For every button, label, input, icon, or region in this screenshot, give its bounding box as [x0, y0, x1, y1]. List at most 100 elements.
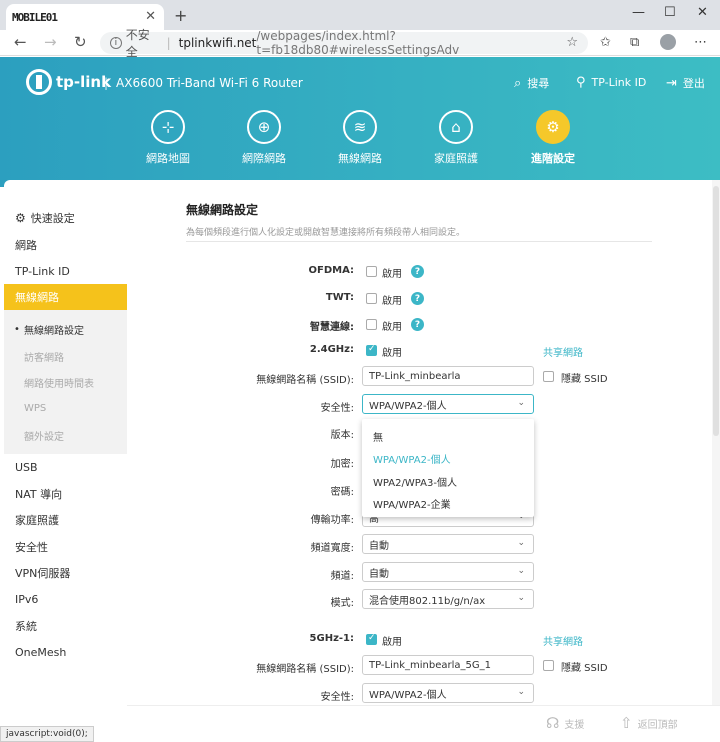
dropdown-option-wpa-wpa2-enterprise[interactable]: WPA/WPA2-企業	[373, 496, 451, 511]
help-icon[interactable]: ?	[411, 265, 424, 278]
reload-icon[interactable]: ↻	[74, 33, 87, 51]
channel-select[interactable]: 自動 ⌄	[362, 562, 534, 582]
twt-enable-text: 啟用	[382, 296, 402, 307]
gear-icon: ⚙	[536, 110, 570, 144]
section-title: 無線網路設定	[186, 203, 259, 217]
share-network-link[interactable]: 共享網路	[543, 344, 583, 359]
favorites-icon[interactable]: ✩	[600, 35, 611, 50]
sidebar-item-vpn[interactable]: VPN伺服器	[4, 560, 127, 586]
sidebar-item-homecare[interactable]: 家庭照護	[4, 507, 127, 533]
tp-link-logo[interactable]: tp-link	[26, 69, 111, 95]
help-icon[interactable]: ?	[411, 318, 424, 331]
dropdown-option-wpa2-wpa3-personal[interactable]: WPA2/WPA3-個人	[373, 474, 457, 489]
sidebar-item-network[interactable]: 網路	[4, 232, 127, 258]
scrollbar-thumb[interactable]	[713, 186, 719, 436]
back-icon[interactable]: ←	[14, 33, 27, 51]
sidebar-item-quick-setup[interactable]: ⚙ 快速設定	[4, 205, 127, 231]
tx-power-label: 傳輸功率:	[310, 515, 354, 526]
encryption-label: 加密:	[330, 459, 354, 470]
tplink-id-button[interactable]: ⚲ TP-Link ID	[576, 75, 646, 90]
twt-checkbox[interactable]	[366, 293, 377, 304]
band-5-label: 5GHz-1:	[309, 633, 354, 644]
help-icon[interactable]: ?	[411, 292, 424, 305]
band-24-checkbox[interactable]	[366, 344, 377, 356]
sidebar-item-security[interactable]: 安全性	[4, 534, 127, 560]
hide-ssid-text: 隱藏 SSID	[561, 374, 608, 385]
nav-advanced[interactable]: ⚙ 進階設定	[513, 110, 593, 166]
nav-wireless[interactable]: ≋ 無線網路	[320, 110, 400, 166]
security-5-select[interactable]: WPA/WPA2-個人 ⌄	[362, 683, 534, 703]
model-name: | AX6600 Tri-Band Wi-Fi 6 Router	[104, 76, 303, 90]
share-network-link-5g[interactable]: 共享網路	[543, 633, 583, 648]
more-icon[interactable]: ⋯	[694, 35, 707, 50]
sidebar-sub-schedule[interactable]: 網路使用時間表	[4, 369, 127, 395]
forward-icon[interactable]: →	[44, 33, 57, 51]
new-tab-icon[interactable]: +	[174, 6, 187, 25]
mode-label: 模式:	[330, 598, 354, 609]
close-icon[interactable]: ✕	[145, 9, 156, 24]
url-host: tplinkwifi.net	[178, 36, 257, 50]
hide-ssid-5-text: 隱藏 SSID	[561, 663, 608, 674]
profile-avatar[interactable]	[660, 34, 676, 50]
sidebar-sub-wireless-settings[interactable]: 無線網路設定	[4, 316, 127, 342]
sidebar-item-onemesh[interactable]: OneMesh	[4, 639, 127, 665]
support-button[interactable]: ☊ 支援	[546, 714, 584, 732]
nav-network-map[interactable]: ⊹ 網路地圖	[128, 110, 208, 166]
sidebar-item-ipv6[interactable]: IPv6	[4, 586, 127, 612]
url-input[interactable]: i 不安全 | tplinkwifi.net/webpages/index.ht…	[100, 28, 588, 59]
band-5-enable-text: 啟用	[382, 637, 402, 648]
sidebar-sub-additional[interactable]: 額外設定	[4, 422, 127, 448]
globe-icon: ⊕	[247, 110, 281, 144]
sidebar-item-usb[interactable]: USB	[4, 454, 127, 480]
security-dropdown: 無 WPA/WPA2-個人 WPA2/WPA3-個人 WPA/WPA2-企業	[362, 419, 534, 517]
chevron-down-icon: ⌄	[517, 593, 525, 603]
password-label: 密碼:	[330, 487, 354, 498]
sidebar-item-nat[interactable]: NAT 導向	[4, 481, 127, 507]
wifi-icon: ≋	[343, 110, 377, 144]
logout-icon: ⇥	[666, 75, 677, 91]
ofdma-checkbox[interactable]	[366, 266, 377, 277]
ssid-5-label: 無線網路名稱 (SSID):	[256, 664, 354, 675]
twt-label: TWT:	[325, 292, 354, 303]
version-label: 版本:	[330, 430, 354, 441]
divider	[186, 241, 652, 242]
sidebar-item-wireless[interactable]: 無線網路	[4, 284, 127, 310]
maximize-icon[interactable]: ☐	[664, 5, 676, 20]
channel-label: 頻道:	[330, 571, 354, 582]
channel-width-select[interactable]: 自動 ⌄	[362, 534, 534, 554]
band-24-label: 2.4GHz:	[309, 344, 354, 355]
sidebar-sub-guest-network[interactable]: 訪客網路	[4, 343, 127, 369]
hide-ssid-checkbox[interactable]	[543, 371, 554, 382]
back-to-top-button[interactable]: ⇧ 返回頂部	[620, 714, 678, 732]
chevron-down-icon: ⌄	[517, 687, 525, 697]
logo-icon	[26, 69, 52, 95]
ofdma-label: OFDMA:	[308, 265, 354, 276]
dropdown-option-none[interactable]: 無	[373, 429, 383, 444]
mode-select[interactable]: 混合使用802.11b/g/n/ax ⌄	[362, 589, 534, 609]
ssid-input[interactable]: TP-Link_minbearla	[362, 366, 534, 386]
star-icon[interactable]: ☆	[566, 35, 578, 50]
nav-internet[interactable]: ⊕ 網際網路	[224, 110, 304, 166]
security-select[interactable]: WPA/WPA2-個人 ⌄	[362, 394, 534, 414]
collections-icon[interactable]: ⧉	[630, 35, 639, 50]
sidebar-sub-wps[interactable]: WPS	[4, 395, 127, 421]
gear-icon: ⚙	[15, 211, 26, 225]
security-5-label: 安全性:	[320, 692, 354, 703]
ssid-5-input[interactable]: TP-Link_minbearla_5G_1	[362, 655, 534, 675]
dropdown-option-wpa-wpa2-personal[interactable]: WPA/WPA2-個人	[373, 451, 451, 466]
sidebar-item-tplink-id[interactable]: TP-Link ID	[4, 258, 127, 284]
smart-connect-checkbox[interactable]	[366, 319, 377, 330]
band-24-enable-text: 啟用	[382, 348, 402, 359]
sidebar: ⚙快速設定 網路 TP-Link ID 無線網路 無線網路設定 訪客網路 網路使…	[4, 180, 127, 742]
window-close-icon[interactable]: ✕	[697, 5, 708, 20]
logout-button[interactable]: ⇥ 登出	[666, 75, 705, 91]
hide-ssid-5-checkbox[interactable]	[543, 660, 554, 671]
nav-homecare[interactable]: ⌂ 家庭照護	[416, 110, 496, 166]
minimize-icon[interactable]: —	[632, 5, 645, 20]
sidebar-item-system[interactable]: 系統	[4, 613, 127, 639]
band-5-checkbox[interactable]	[366, 633, 377, 645]
home-care-icon: ⌂	[439, 110, 473, 144]
search-button[interactable]: ⌕ 搜尋	[514, 75, 549, 91]
chevron-down-icon: ⌄	[517, 538, 525, 548]
info-icon[interactable]: i	[110, 37, 122, 49]
